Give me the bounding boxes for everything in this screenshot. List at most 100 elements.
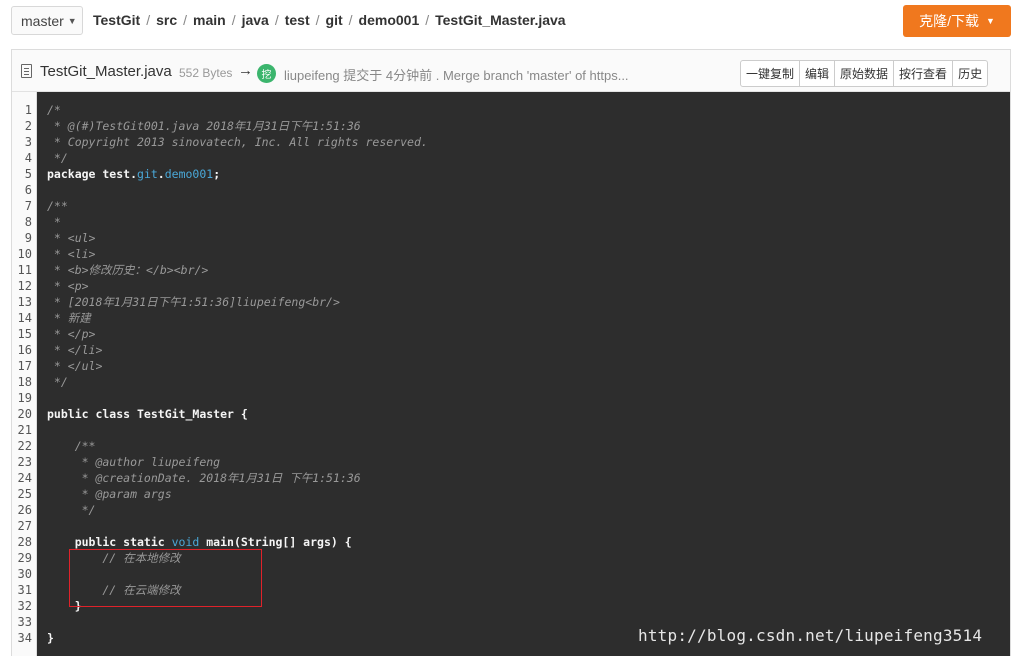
code-line: public class TestGit_Master { xyxy=(47,407,248,421)
branch-label: master xyxy=(21,12,64,29)
breadcrumb-separator: / xyxy=(231,12,236,28)
avatar[interactable]: 挖 xyxy=(257,64,276,83)
last-commit-link[interactable]: liupeifeng 提交于 4分钟前 . Merge branch 'mast… xyxy=(284,65,629,84)
code-line: /** xyxy=(47,199,68,213)
line-number[interactable]: 19 xyxy=(12,390,36,406)
file-actions: 一键复制 编辑 原始数据 按行查看 历史 xyxy=(740,60,989,87)
line-number[interactable]: 29 xyxy=(12,550,36,566)
chevron-down-icon: ▼ xyxy=(67,15,77,26)
file-name: TestGit_Master.java xyxy=(40,63,172,80)
line-number[interactable]: 20 xyxy=(12,406,36,422)
code-line: * </p> xyxy=(47,327,96,341)
highlight-box xyxy=(69,549,262,607)
line-number[interactable]: 25 xyxy=(12,486,36,502)
watermark: http://blog.csdn.net/liupeifeng3514 xyxy=(638,626,983,645)
breadcrumb-separator: / xyxy=(425,12,430,28)
line-number[interactable]: 10 xyxy=(12,246,36,262)
code-line: * xyxy=(47,215,61,229)
breadcrumb-separator: / xyxy=(183,12,188,28)
line-number[interactable]: 18 xyxy=(12,374,36,390)
line-number[interactable]: 21 xyxy=(12,422,36,438)
line-number[interactable]: 22 xyxy=(12,438,36,454)
line-number[interactable]: 7 xyxy=(12,198,36,214)
line-number[interactable]: 1 xyxy=(12,102,36,118)
line-number-gutter: 1 2 3 4 5 6 7 8 9 10 11 12 13 14 15 16 17 18 19 20 21 22 23 24 2… xyxy=(12,92,37,656)
file-size: 552 Bytes xyxy=(179,66,233,80)
code-line: * <p> xyxy=(47,279,89,293)
code-line: */ xyxy=(47,375,68,389)
code-content: /* * @(#)TestGit001.java 2018年1月31日下午1:5… xyxy=(37,92,1010,656)
breadcrumb-separator: / xyxy=(315,12,320,28)
line-number[interactable]: 8 xyxy=(12,214,36,230)
line-number[interactable]: 11 xyxy=(12,262,36,278)
breadcrumb: TestGit / src / main / java / test / git / dem… xyxy=(93,12,566,28)
history-button[interactable]: 历史 xyxy=(952,61,987,86)
breadcrumb-separator: / xyxy=(146,12,151,28)
code-line: * [2018年1月31日下午1:51:36]liupeifeng<br/> xyxy=(47,295,340,309)
line-number[interactable]: 3 xyxy=(12,134,36,150)
code-line: * @param args xyxy=(47,487,172,501)
line-number[interactable]: 26 xyxy=(12,502,36,518)
breadcrumb-main[interactable]: main xyxy=(193,12,226,28)
code-line: * <b>修改历史：</b><br/> xyxy=(47,263,209,277)
code-line: /** xyxy=(47,439,96,453)
line-number[interactable]: 15 xyxy=(12,326,36,342)
branch-selector[interactable]: master ▼ xyxy=(11,6,83,35)
raw-button[interactable]: 原始数据 xyxy=(834,61,893,86)
file-header: TestGit_Master.java 552 Bytes → 挖 liupei… xyxy=(12,50,1010,92)
edit-button[interactable]: 编辑 xyxy=(799,61,834,86)
line-number[interactable]: 23 xyxy=(12,454,36,470)
breadcrumb-separator: / xyxy=(348,12,353,28)
code-line: public static void main(String[] args) { xyxy=(47,535,352,549)
line-number[interactable]: 6 xyxy=(12,182,36,198)
breadcrumb-test[interactable]: test xyxy=(285,12,310,28)
line-number[interactable]: 28 xyxy=(12,534,36,550)
code-line: * </li> xyxy=(47,343,103,357)
clone-download-button[interactable]: 克隆/下载 ▼ xyxy=(903,5,1011,37)
line-number[interactable]: 30 xyxy=(12,566,36,582)
line-number[interactable]: 33 xyxy=(12,614,36,630)
top-bar: master ▼ TestGit / src / main / java / test /… xyxy=(0,0,1012,44)
breadcrumb-repo[interactable]: TestGit xyxy=(93,12,140,28)
code-line: /* xyxy=(47,103,61,117)
line-number[interactable]: 4 xyxy=(12,150,36,166)
code-view: 1 2 3 4 5 6 7 8 9 10 11 12 13 14 15 16 17 18 19 20 21 22 23 24 2… xyxy=(12,92,1010,656)
code-line: * <li> xyxy=(47,247,96,261)
line-number[interactable]: 34 xyxy=(12,630,36,646)
clone-download-label: 克隆/下载 xyxy=(919,13,979,29)
arrow-right-icon: → xyxy=(238,62,253,79)
line-number[interactable]: 9 xyxy=(12,230,36,246)
blame-button[interactable]: 按行查看 xyxy=(893,61,952,86)
breadcrumb-separator: / xyxy=(274,12,279,28)
line-number[interactable]: 16 xyxy=(12,342,36,358)
line-number[interactable]: 12 xyxy=(12,278,36,294)
file-viewer: TestGit_Master.java 552 Bytes → 挖 liupei… xyxy=(11,49,1011,656)
line-number[interactable]: 5 xyxy=(12,166,36,182)
breadcrumb-git[interactable]: git xyxy=(326,12,343,28)
code-line: * </ul> xyxy=(47,359,103,373)
code-line: * @author liupeifeng xyxy=(47,455,221,469)
breadcrumb-file: TestGit_Master.java xyxy=(435,12,566,28)
line-number[interactable]: 17 xyxy=(12,358,36,374)
code-line: */ xyxy=(47,151,68,165)
code-line: * @(#)TestGit001.java 2018年1月31日下午1:51:3… xyxy=(47,119,361,133)
line-number[interactable]: 2 xyxy=(12,118,36,134)
line-number[interactable]: 14 xyxy=(12,310,36,326)
line-number[interactable]: 31 xyxy=(12,582,36,598)
code-line: * 新建 xyxy=(47,311,91,325)
breadcrumb-src[interactable]: src xyxy=(156,12,177,28)
breadcrumb-java[interactable]: java xyxy=(242,12,269,28)
line-number[interactable]: 32 xyxy=(12,598,36,614)
file-icon xyxy=(21,64,32,78)
code-line: */ xyxy=(47,503,96,517)
line-number[interactable]: 13 xyxy=(12,294,36,310)
copy-button[interactable]: 一键复制 xyxy=(741,61,799,86)
line-number[interactable]: 24 xyxy=(12,470,36,486)
breadcrumb-demo001[interactable]: demo001 xyxy=(359,12,420,28)
line-number[interactable]: 27 xyxy=(12,518,36,534)
code-line: * @creationDate. 2018年1月31日 下午1:51:36 xyxy=(47,471,361,485)
code-line: package test.git.demo001; xyxy=(47,167,221,181)
